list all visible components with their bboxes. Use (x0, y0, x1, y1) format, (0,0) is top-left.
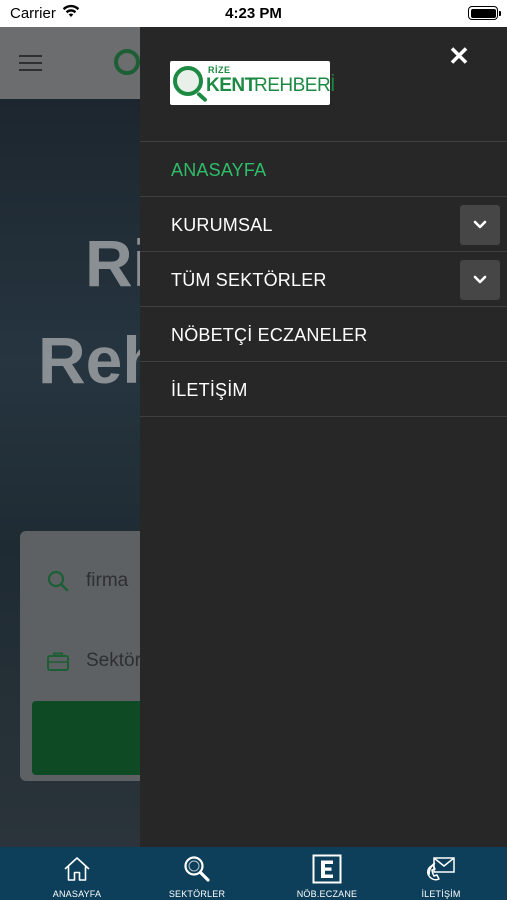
firm-search-field[interactable]: firma (46, 569, 128, 593)
menu-item-label: TÜM SEKTÖRLER (171, 270, 327, 290)
menu-item-iletisim[interactable]: İLETİŞİM (140, 362, 507, 417)
menu-item-nobetci-eczaneler[interactable]: NÖBETÇİ ECZANELER (140, 307, 507, 362)
menu-item-label: İLETİŞİM (171, 380, 248, 400)
magnifier-logo-icon (173, 66, 203, 96)
tab-anasayfa[interactable]: ANASAYFA (14, 847, 140, 900)
close-drawer-button[interactable]: ✕ (447, 43, 471, 69)
logo-city-text: RİZE (208, 65, 231, 75)
chevron-down-icon (473, 220, 487, 229)
clock: 4:23 PM (225, 5, 282, 22)
search-icon (184, 856, 210, 882)
firm-search-placeholder: firma (86, 570, 129, 591)
rize-kent-rehberi-logo[interactable]: RİZE KENT REHBERİ (170, 61, 335, 105)
search-card: firma Sektör (20, 531, 162, 781)
tab-nobetci-eczane[interactable]: NÖB.ECZANE (264, 847, 390, 900)
briefcase-icon (47, 652, 69, 671)
logo-kent-text: KENT (206, 75, 256, 96)
tab-label: ANASAYFA (52, 889, 102, 899)
menu-item-label: NÖBETÇİ ECZANELER (171, 325, 368, 345)
tab-label: İLETİŞİM (421, 889, 461, 899)
sector-select-placeholder: Sektör (86, 650, 141, 671)
bottom-tab-bar: ANASAYFA SEKTÖRLER NÖB.ECZANE İLETİŞİM (0, 847, 507, 900)
home-icon (64, 857, 90, 881)
tab-label: SEKTÖRLER (168, 889, 226, 899)
drawer-menu: ANASAYFA KURUMSAL TÜM SEKTÖRLER NÖBETÇİ … (140, 141, 507, 417)
tab-sektorler[interactable]: SEKTÖRLER (134, 847, 260, 900)
menu-item-tum-sektorler[interactable]: TÜM SEKTÖRLER (140, 252, 507, 307)
header-logo (114, 49, 140, 75)
menu-item-label: KURUMSAL (171, 215, 273, 235)
sector-select-field[interactable]: Sektör (46, 649, 141, 673)
hamburger-menu-icon[interactable] (19, 55, 42, 72)
navigation-drawer: RİZE KENT REHBERİ ✕ ANASAYFA KURUMSAL TÜ… (140, 27, 507, 847)
status-bar: Carrier 4:23 PM (0, 0, 507, 27)
contact-mail-icon (427, 857, 455, 881)
tab-iletisim[interactable]: İLETİŞİM (378, 847, 504, 900)
expand-sektorler-button[interactable] (460, 260, 500, 300)
tab-label: NÖB.ECZANE (296, 889, 358, 899)
search-icon (47, 570, 69, 592)
menu-item-kurumsal[interactable]: KURUMSAL (140, 197, 507, 252)
pharmacy-e-icon (312, 854, 342, 884)
logo-rehber-text: REHBERİ (254, 75, 335, 96)
chevron-down-icon (473, 275, 487, 284)
menu-item-anasayfa[interactable]: ANASAYFA (140, 142, 507, 197)
battery-icon (468, 6, 501, 20)
expand-kurumsal-button[interactable] (460, 205, 500, 245)
menu-item-label: ANASAYFA (171, 160, 267, 180)
